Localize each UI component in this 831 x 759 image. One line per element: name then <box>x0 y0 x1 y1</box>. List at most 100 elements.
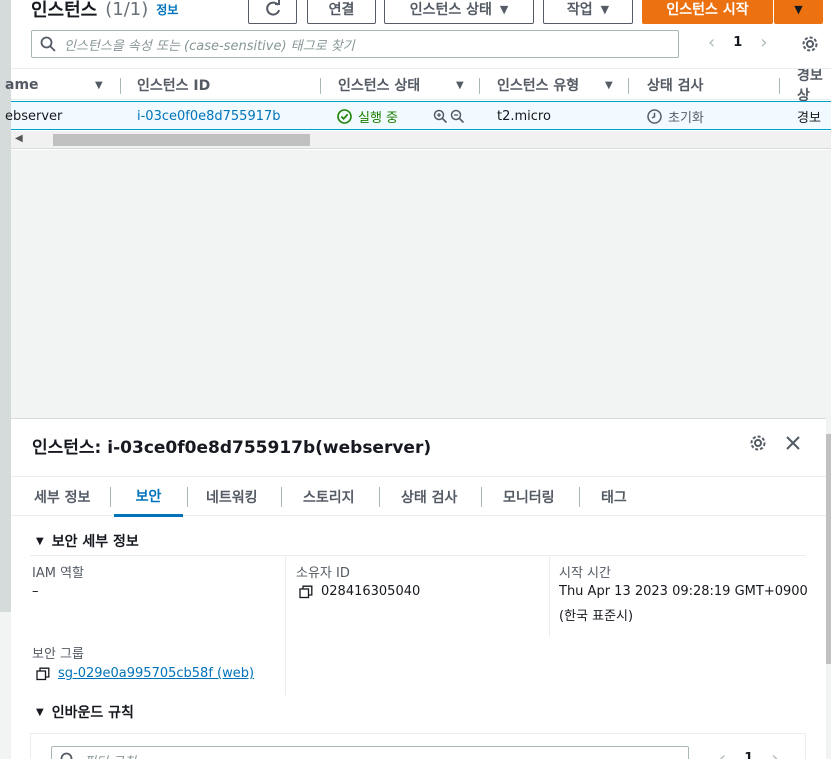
cell-instance-type: t2.micro <box>497 108 551 124</box>
panel-title: 인스턴스: i-03ce0f0e8d755917b(webserver) <box>32 438 432 458</box>
horizontal-scrollbar[interactable]: ◀ <box>11 131 831 149</box>
tab-networking[interactable]: 네트워킹 <box>206 477 258 517</box>
prev-page-icon[interactable]: ‹ <box>708 32 715 53</box>
instance-state-button[interactable]: 인스턴스 상태 ▼ <box>384 0 534 24</box>
tab-separator <box>110 487 111 507</box>
tab-status-checks[interactable]: 상태 검사 <box>401 477 457 517</box>
column-divider <box>549 555 550 637</box>
cell-instance-id[interactable]: i-03ce0f0e8d755917b <box>137 102 281 130</box>
refresh-button[interactable] <box>248 0 297 24</box>
zoom-controls <box>433 102 465 130</box>
zoom-in-icon[interactable] <box>433 109 448 124</box>
table-header: ame ▼ 인스턴스 ID 인스턴스 상태 ▼ 인스턴스 유형 ▼ 상태 검사 … <box>5 68 831 101</box>
column-instance-state[interactable]: 인스턴스 상태 ▼ <box>338 69 493 101</box>
filter-placeholder: 필터 규칙 <box>84 751 136 759</box>
security-group-link[interactable]: sg-029e0a995705cb58f (web) <box>58 666 254 681</box>
preferences-gear-icon[interactable] <box>798 32 822 56</box>
instance-count: (1/1) <box>105 0 149 20</box>
tab-tags[interactable]: 태그 <box>601 477 627 517</box>
copy-icon[interactable] <box>36 667 50 681</box>
inbound-pagination: ‹ 1 › <box>719 748 778 759</box>
cell-name: ebserver <box>5 108 63 124</box>
search-input[interactable]: 인스턴스을 속성 또는 (case-sensitive) 태그로 찾기 <box>31 30 679 58</box>
column-alarm[interactable]: 경보 상 <box>797 69 831 101</box>
scroll-thumb[interactable] <box>53 134 310 146</box>
inbound-rules-box: 필터 규칙 ‹ 1 › <box>30 733 806 759</box>
search-icon <box>60 752 73 759</box>
prev-page-icon[interactable]: ‹ <box>719 748 726 759</box>
page-number[interactable]: 1 <box>733 35 742 50</box>
launch-time-timezone: (한국 표준시) <box>559 609 634 624</box>
owner-id-value: 028416305040 <box>299 584 420 599</box>
column-name[interactable]: ame ▼ <box>5 69 130 101</box>
inbound-rules-header[interactable]: ▼ 인바운드 규칙 <box>36 702 134 722</box>
security-details-header[interactable]: ▼ 보안 세부 정보 <box>36 531 139 551</box>
section-divider <box>30 555 806 556</box>
search-placeholder: 인스턴스을 속성 또는 (case-sensitive) 태그로 찾기 <box>64 38 355 54</box>
scroll-left-icon[interactable]: ◀ <box>15 133 23 144</box>
pagination: ‹ 1 › <box>708 32 767 53</box>
settings-gear-icon[interactable] <box>749 434 767 452</box>
next-page-icon[interactable]: › <box>760 32 767 53</box>
collapse-triangle-icon: ▼ <box>36 706 44 718</box>
cell-status-check: 초기화 <box>647 102 704 130</box>
owner-id-label: 소유자 ID <box>296 566 350 581</box>
copy-icon[interactable] <box>299 585 313 599</box>
page-title: 인스턴스 <box>31 0 98 21</box>
page-number[interactable]: 1 <box>744 751 753 759</box>
search-icon <box>40 36 56 52</box>
column-divider <box>285 555 286 695</box>
column-separator <box>120 78 121 94</box>
column-separator <box>779 78 780 94</box>
tab-monitoring[interactable]: 모니터링 <box>503 477 555 517</box>
cell-instance-state: 실행 중 <box>337 102 398 130</box>
tab-details[interactable]: 세부 정보 <box>34 477 90 517</box>
sort-icon[interactable]: ▼ <box>456 80 464 91</box>
iam-role-value: – <box>32 584 39 599</box>
sort-icon[interactable]: ▼ <box>605 80 613 91</box>
panel-actions <box>749 434 801 452</box>
clock-icon <box>647 108 662 124</box>
tab-separator <box>481 487 482 507</box>
connect-button[interactable]: 연결 <box>307 0 376 24</box>
sort-icon[interactable]: ▼ <box>95 80 103 91</box>
launch-dropdown-button[interactable]: ▼ <box>774 0 823 24</box>
column-instance-type[interactable]: 인스턴스 유형 ▼ <box>497 69 642 101</box>
column-separator <box>479 78 480 94</box>
tab-security[interactable]: 보안 <box>114 477 183 517</box>
instance-detail-panel: 인스턴스: i-03ce0f0e8d755917b(webserver) 세부 … <box>11 418 826 759</box>
cell-alarm: 경보 <box>797 110 821 126</box>
caret-down-icon: ▼ <box>794 2 803 16</box>
vertical-scrollbar[interactable] <box>826 434 831 664</box>
tab-storage[interactable]: 스토리지 <box>303 477 355 517</box>
tab-separator <box>281 487 282 507</box>
filter-rules-input[interactable]: 필터 규칙 <box>51 746 689 759</box>
launch-time-label: 시작 시간 <box>559 566 611 581</box>
actions-button[interactable]: 작업 ▼ <box>543 0 633 24</box>
collapse-triangle-icon: ▼ <box>36 535 44 547</box>
launch-instances-button[interactable]: 인스턴스 시작 <box>642 0 773 24</box>
column-separator <box>320 78 321 94</box>
detail-tabs: 세부 정보 보안 네트워킹 스토리지 상태 검사 모니터링 태그 <box>11 476 826 517</box>
zoom-out-icon[interactable] <box>450 109 465 124</box>
column-status-check[interactable]: 상태 검사 <box>647 69 792 101</box>
check-circle-icon <box>337 108 352 124</box>
next-page-icon[interactable]: › <box>771 748 778 759</box>
state-label: 실행 중 <box>358 110 399 126</box>
tab-separator <box>379 487 380 507</box>
security-group-value: sg-029e0a995705cb58f (web) <box>36 666 254 681</box>
info-link[interactable]: 정보 <box>156 1 178 18</box>
refresh-icon <box>265 0 280 16</box>
caret-down-icon: ▼ <box>499 2 509 16</box>
table-row[interactable]: ebserver i-03ce0f0e8d755917b 실행 중 t2.mic… <box>5 101 831 130</box>
launch-time-value: Thu Apr 13 2023 09:28:19 GMT+0900 <box>559 584 808 599</box>
security-groups-label: 보안 그룹 <box>32 647 84 662</box>
tab-separator <box>187 487 188 507</box>
iam-role-label: IAM 역할 <box>32 566 84 581</box>
close-icon[interactable] <box>785 435 801 451</box>
column-instance-id[interactable]: 인스턴스 ID <box>137 69 327 101</box>
caret-down-icon: ▼ <box>600 2 610 16</box>
split-empty-area <box>11 150 831 418</box>
column-separator <box>628 78 629 94</box>
instances-panel: 인스턴스 (1/1) 정보 연결 인스턴스 상태 ▼ 작업 ▼ 인스턴스 시작 ▼ … <box>5 0 831 150</box>
